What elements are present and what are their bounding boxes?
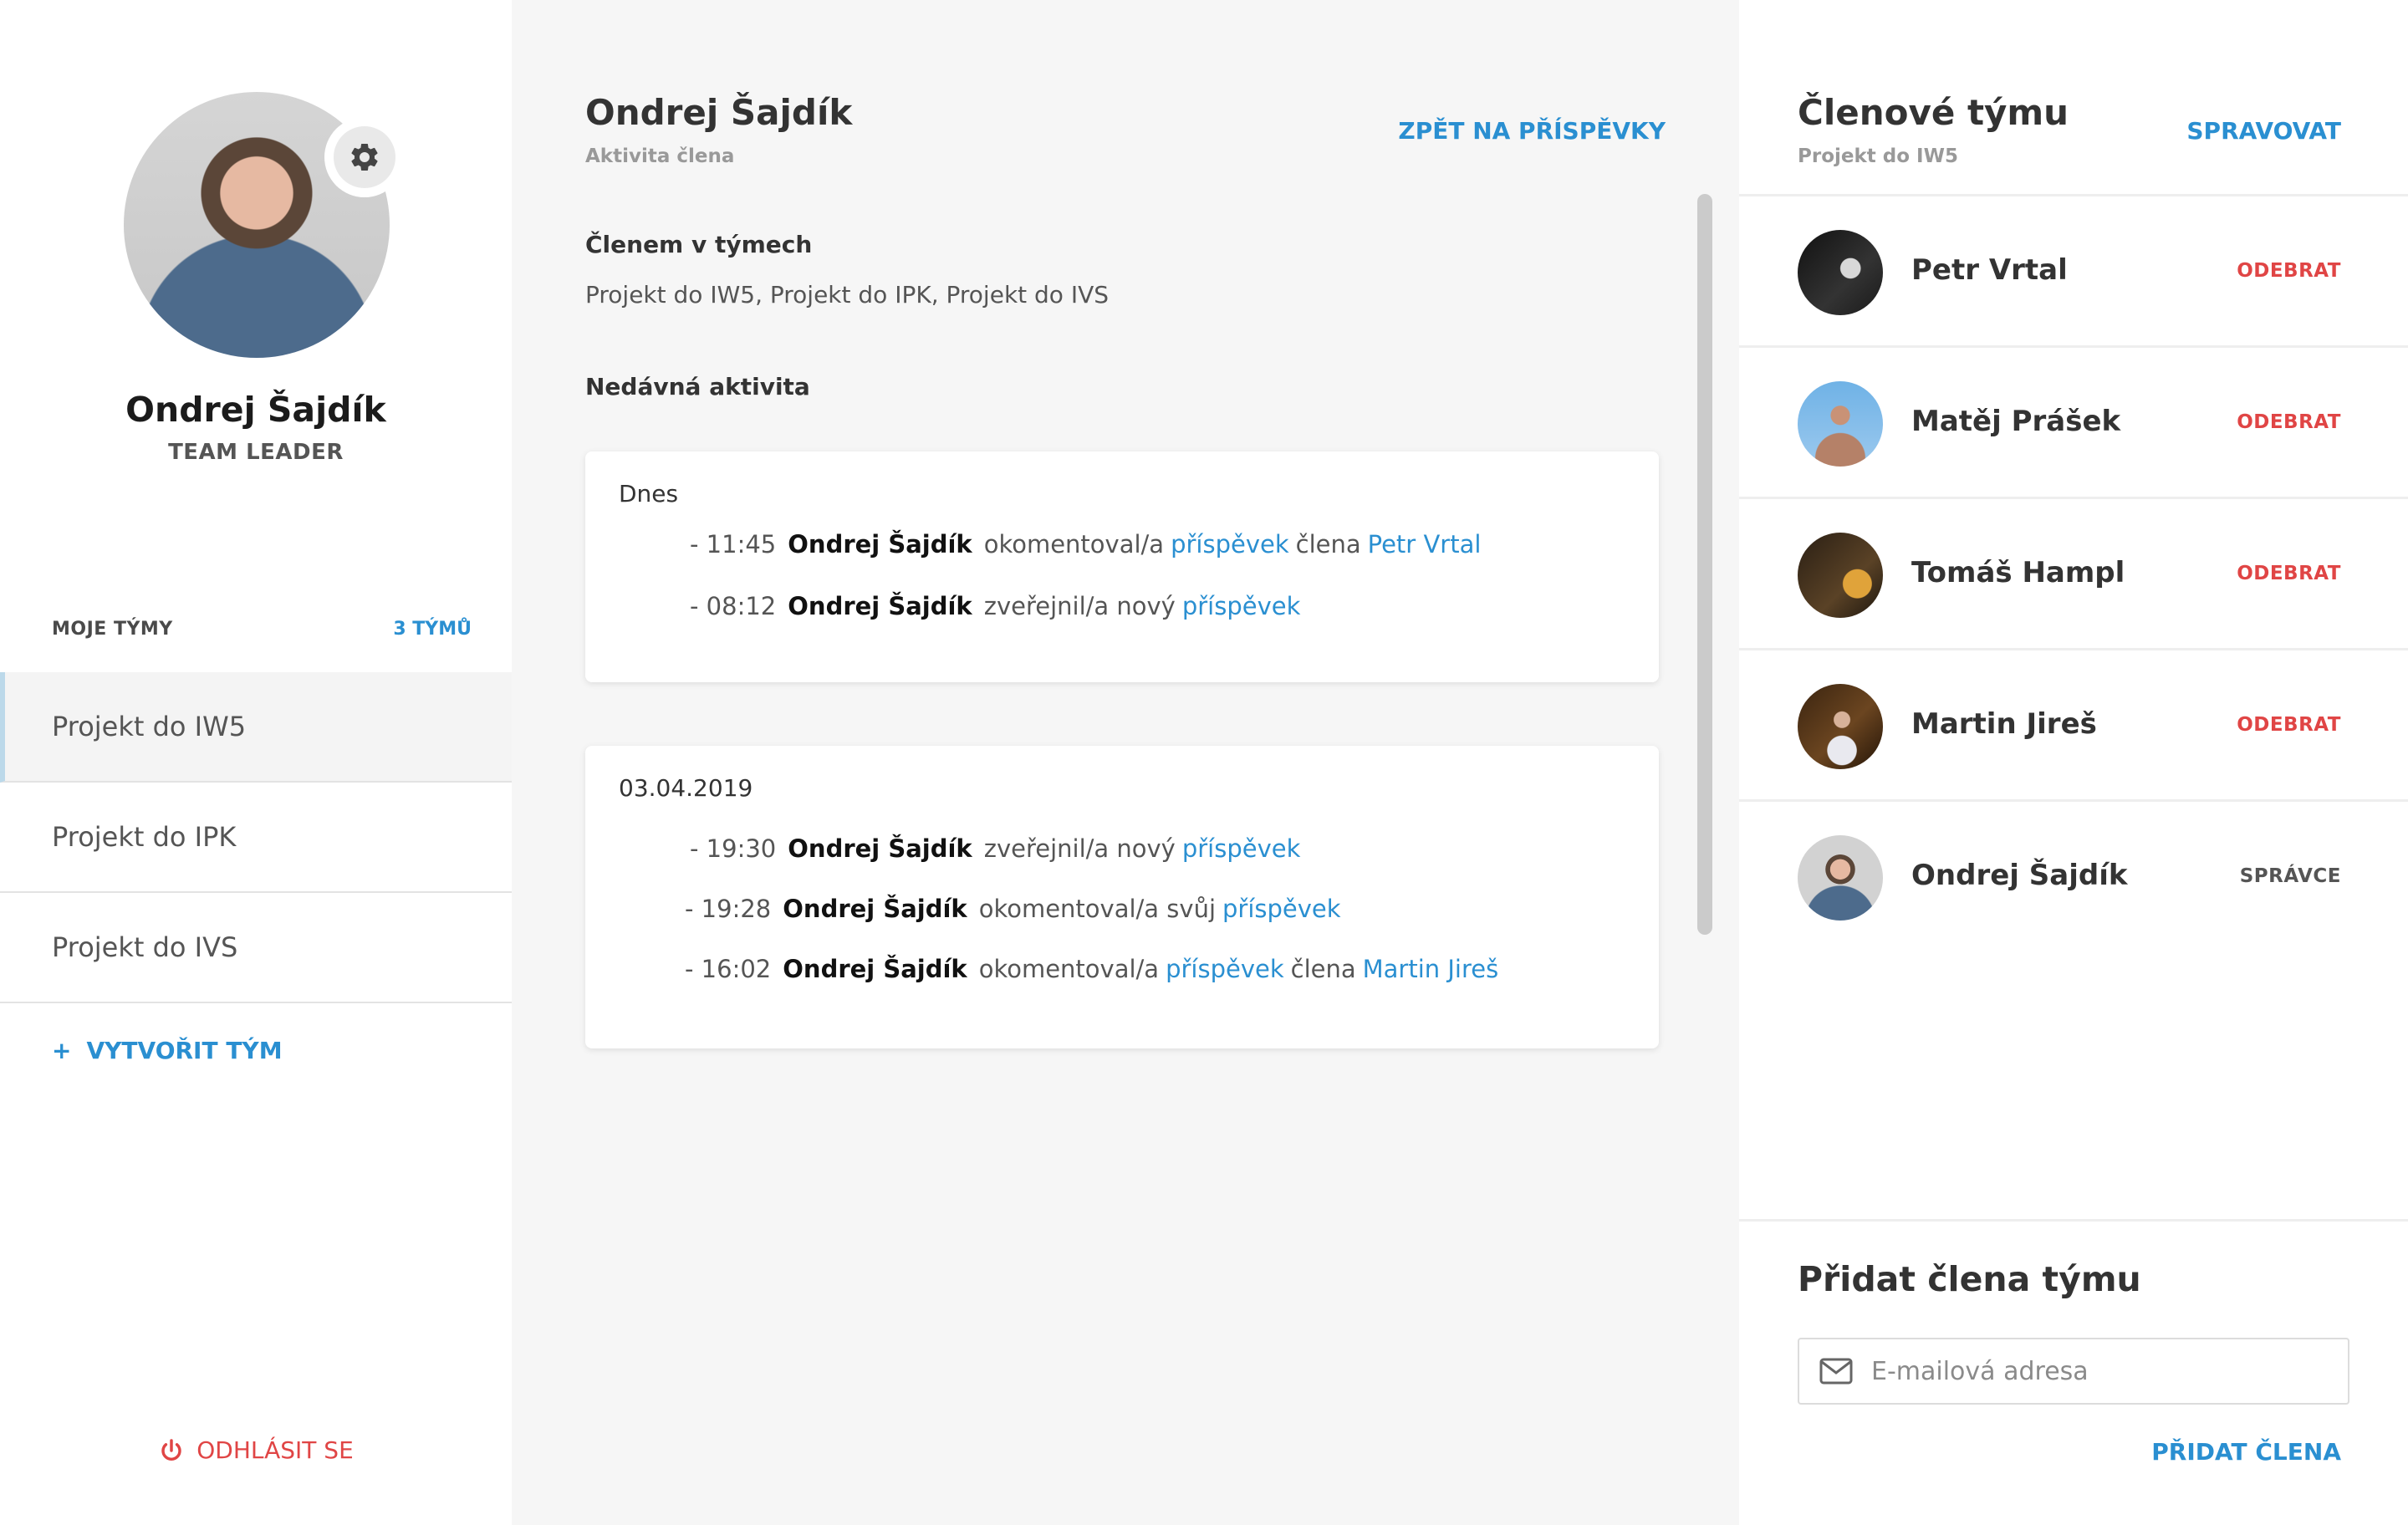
page-subtitle: Aktivita člena — [585, 145, 735, 167]
member-row: Martin Jireš ODEBRAT — [1739, 648, 2408, 799]
activity-item: - 16:02 Ondrej Šajdík okomentoval/a přís… — [685, 955, 1498, 983]
user-name: Ondrej Šajdík — [125, 390, 386, 430]
post-link[interactable]: příspěvek — [1182, 592, 1301, 620]
logout-button[interactable]: ODHLÁSIT SE — [0, 1436, 512, 1464]
member-name[interactable]: Matěj Prášek — [1911, 405, 2120, 438]
activity-user[interactable]: Ondrej Šajdík — [783, 895, 967, 923]
panel-subtitle: Projekt do IW5 — [1798, 145, 1958, 167]
team-label: Projekt do IVS — [52, 931, 238, 963]
activity-item: - 19:28 Ondrej Šajdík okomentoval/a svůj… — [685, 895, 1341, 923]
activity-user[interactable]: Ondrej Šajdík — [783, 955, 967, 983]
activity-text: okomentoval/a — [983, 530, 1165, 558]
page-title: Ondrej Šajdík — [585, 92, 853, 133]
team-label: Projekt do IW5 — [52, 711, 247, 742]
email-field[interactable] — [1871, 1356, 2339, 1386]
team-list: Projekt do IW5 Projekt do IPK Projekt do… — [0, 672, 512, 1003]
post-link[interactable]: příspěvek — [1166, 955, 1284, 983]
user-role: TEAM LEADER — [168, 440, 344, 465]
add-member-button[interactable]: PŘIDAT ČLENA — [2151, 1438, 2341, 1466]
avatar — [1798, 684, 1883, 769]
member-name[interactable]: Tomáš Hampl — [1911, 556, 2125, 589]
teams-label: MOJE TÝMY — [52, 619, 173, 640]
profile-avatar-wrap — [124, 92, 405, 358]
activity-date: 03.04.2019 — [619, 774, 753, 802]
divider — [1739, 1219, 2408, 1222]
logout-label: ODHLÁSIT SE — [196, 1436, 354, 1464]
activity-item: - 19:30 Ondrej Šajdík zveřejnil/a nový p… — [690, 834, 1300, 863]
avatar — [1798, 381, 1883, 467]
member-name[interactable]: Ondrej Šajdík — [1911, 859, 2127, 892]
post-link[interactable]: příspěvek — [1171, 530, 1289, 558]
member-row: Petr Vrtal ODEBRAT — [1739, 194, 2408, 345]
add-member-title: Přidat člena týmu — [1798, 1259, 2141, 1299]
activity-text-2: člena — [1295, 530, 1361, 558]
panel-title: Členové týmu — [1798, 92, 2069, 133]
activity-time: - 19:28 — [685, 895, 772, 923]
activity-text: zveřejnil/a nový — [983, 592, 1176, 620]
activity-item: - 11:45 Ondrej Šajdík okomentoval/a přís… — [690, 530, 1481, 558]
member-name[interactable]: Petr Vrtal — [1911, 253, 2068, 287]
sidebar-item-team[interactable]: Projekt do IPK — [0, 783, 512, 893]
activity-user[interactable]: Ondrej Šajdík — [788, 530, 972, 558]
gear-icon — [351, 143, 378, 171]
sidebar-item-team[interactable]: Projekt do IVS — [0, 893, 512, 1003]
member-row: Tomáš Hampl ODEBRAT — [1739, 497, 2408, 648]
activity-text: zveřejnil/a nový — [983, 834, 1176, 863]
envelope-icon — [1819, 1358, 1853, 1385]
member-row: Ondrej Šajdík SPRÁVCE — [1739, 799, 2408, 951]
activity-date: Dnes — [619, 480, 679, 507]
activity-text: okomentoval/a svůj — [978, 895, 1217, 923]
activity-user[interactable]: Ondrej Šajdík — [788, 834, 972, 863]
avatar — [1798, 230, 1883, 315]
post-link[interactable]: příspěvek — [1182, 834, 1301, 863]
power-icon — [161, 1438, 181, 1461]
activity-user[interactable]: Ondrej Šajdík — [788, 592, 972, 620]
remove-member-button[interactable]: ODEBRAT — [2237, 714, 2341, 736]
main-content: Ondrej Šajdík Aktivita člena ZPĚT NA PŘÍ… — [512, 0, 1739, 1525]
activity-text-2: člena — [1290, 955, 1356, 983]
settings-button[interactable] — [324, 117, 405, 197]
team-label: Projekt do IPK — [52, 821, 237, 853]
member-row: Matěj Prášek ODEBRAT — [1739, 345, 2408, 497]
scrollbar[interactable] — [1697, 194, 1712, 935]
member-link[interactable]: Petr Vrtal — [1368, 530, 1482, 558]
back-to-posts-link[interactable]: ZPĚT NA PŘÍSPĚVKY — [1398, 117, 1666, 145]
recent-activity-title: Nedávná aktivita — [585, 373, 810, 400]
avatar — [1798, 533, 1883, 618]
create-team-label: VYTVOŘIT TÝM — [86, 1037, 283, 1064]
team-members-panel: Členové týmu Projekt do IW5 SPRAVOVAT Pe… — [1739, 0, 2408, 1525]
activity-time: - 11:45 — [690, 530, 777, 558]
member-of-text: Projekt do IW5, Projekt do IPK, Projekt … — [585, 281, 1110, 309]
plus-icon: + — [52, 1037, 72, 1064]
activity-time: - 08:12 — [690, 592, 777, 620]
admin-badge: SPRÁVCE — [2239, 865, 2341, 887]
post-link[interactable]: příspěvek — [1222, 895, 1341, 923]
member-link[interactable]: Martin Jireš — [1363, 955, 1499, 983]
member-list: Petr Vrtal ODEBRAT Matěj Prášek ODEBRAT … — [1739, 194, 2408, 951]
remove-member-button[interactable]: ODEBRAT — [2237, 260, 2341, 282]
create-team-button[interactable]: + VYTVOŘIT TÝM — [52, 1037, 283, 1064]
activity-item: - 08:12 Ondrej Šajdík zveřejnil/a nový p… — [690, 592, 1300, 620]
activity-text: okomentoval/a — [978, 955, 1160, 983]
member-name[interactable]: Martin Jireš — [1911, 707, 2097, 741]
activity-card: 03.04.2019 - 19:30 Ondrej Šajdík zveřejn… — [585, 746, 1659, 1048]
email-field-wrap — [1798, 1338, 2349, 1405]
teams-header: MOJE TÝMY 3 TÝMŮ — [52, 619, 472, 640]
remove-member-button[interactable]: ODEBRAT — [2237, 563, 2341, 584]
member-of-title: Členem v týmech — [585, 231, 813, 258]
avatar — [1798, 835, 1883, 921]
manage-button[interactable]: SPRAVOVAT — [2186, 117, 2341, 145]
sidebar: Ondrej Šajdík TEAM LEADER MOJE TÝMY 3 TÝ… — [0, 0, 512, 1525]
activity-card: Dnes - 11:45 Ondrej Šajdík okomentoval/a… — [585, 451, 1659, 682]
remove-member-button[interactable]: ODEBRAT — [2237, 411, 2341, 433]
activity-time: - 16:02 — [685, 955, 772, 983]
sidebar-item-team[interactable]: Projekt do IW5 — [0, 672, 512, 783]
activity-time: - 19:30 — [690, 834, 777, 863]
teams-count[interactable]: 3 TÝMŮ — [393, 619, 472, 640]
